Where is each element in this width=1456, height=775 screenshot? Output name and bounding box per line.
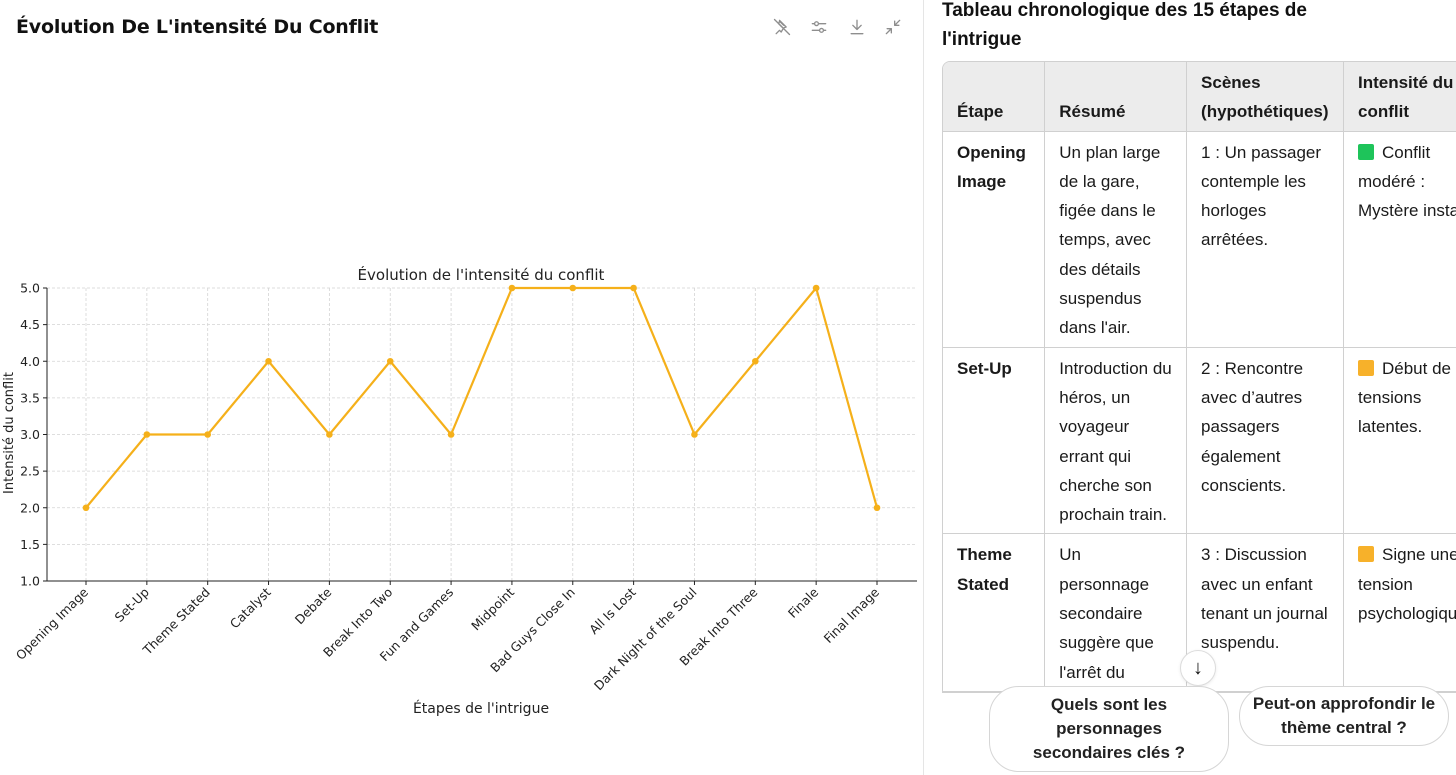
data-point xyxy=(82,504,90,512)
y-tick-label: 5.0 xyxy=(20,281,40,296)
data-point xyxy=(630,284,637,292)
y-tick-label: 3.5 xyxy=(20,390,40,405)
cell-scene: 1 : Un passager contemple les horloges a… xyxy=(1186,131,1344,348)
cell-step: Opening Image xyxy=(943,131,1046,348)
y-tick-label: 4.5 xyxy=(20,317,40,332)
data-point xyxy=(204,431,211,438)
data-point xyxy=(569,284,577,292)
x-tick-label: Midpoint xyxy=(468,584,517,633)
collapse-icon[interactable] xyxy=(880,14,906,40)
line-chart: Évolution de l'intensité du conflit Open… xyxy=(2,265,917,717)
data-point xyxy=(386,357,394,365)
x-tick-label: Catalyst xyxy=(227,584,274,631)
table-heading: Tableau chronologique des 15 étapes de l… xyxy=(942,0,1307,50)
data-point xyxy=(812,284,820,292)
sliders-icon[interactable] xyxy=(806,14,832,40)
x-tick-label: Final Image xyxy=(821,584,883,646)
column-header-summary: Résumé xyxy=(1044,62,1188,132)
x-tick-label: All Is Lost xyxy=(586,584,639,637)
column-header-scenes: Scènes (hypothétiques) xyxy=(1186,62,1344,132)
cell-intensity: Signe une tension psychologique xyxy=(1343,533,1456,692)
y-tick-label: 1.5 xyxy=(20,537,40,552)
data-point xyxy=(265,357,272,365)
y-axis-label: Intensité du conflit xyxy=(2,372,17,494)
y-tick-label: 2.0 xyxy=(20,500,40,515)
arrow-down-icon: ↓ xyxy=(1193,656,1203,679)
column-header-step: Étape xyxy=(943,62,1046,132)
cell-summary: Introduction du héros, un voyageur erran… xyxy=(1044,347,1188,535)
x-tick-label: Finale xyxy=(785,584,822,621)
orange-square-icon xyxy=(1358,359,1374,376)
cell-intensity: Conflit modéré : Mystère instal xyxy=(1343,131,1456,348)
cell-scene: 2 : Rencontre avec d’autres passagers ég… xyxy=(1186,347,1344,535)
table-row: Opening Image Un plan large de la gare, … xyxy=(943,131,1456,348)
data-point xyxy=(447,431,455,438)
data-point xyxy=(873,504,881,512)
x-axis-label: Étapes de l'intrigue xyxy=(413,700,549,717)
x-tick-label: Dark Night of the Soul xyxy=(591,585,700,694)
data-point xyxy=(326,431,333,438)
column-header-intensity: Intensité du conflit xyxy=(1343,62,1456,132)
panel-title: Évolution De L'intensité Du Conflit xyxy=(16,16,379,38)
cell-summary: Un plan large de la gare, figée dans le … xyxy=(1044,131,1188,348)
x-tick-label: Opening Image xyxy=(13,584,92,663)
table-header-row: Étape Résumé Scènes (hypothétiques) Inte… xyxy=(943,62,1456,132)
table-row: Set-Up Introduction du héros, un voyageu… xyxy=(943,347,1456,535)
y-tick-label: 4.0 xyxy=(20,354,40,369)
chart-panel: Évolution De L'intensité Du Conflit Évol… xyxy=(0,0,924,775)
data-point xyxy=(691,431,698,438)
data-point xyxy=(508,284,516,292)
cell-summary: Un personnage secondaire suggère que l'a… xyxy=(1044,533,1188,692)
y-tick-label: 3.0 xyxy=(20,427,40,442)
green-square-icon xyxy=(1358,143,1374,160)
scroll-down-button[interactable]: ↓ xyxy=(1180,650,1216,686)
suggestion-chip[interactable]: Quels sont les personnages secondaires c… xyxy=(989,686,1229,772)
pin-off-icon[interactable] xyxy=(769,14,795,40)
data-point xyxy=(752,357,759,365)
download-icon[interactable] xyxy=(844,14,870,40)
cell-step: Theme Stated xyxy=(943,533,1046,692)
y-tick-label: 1.0 xyxy=(20,574,40,589)
x-tick-label: Debate xyxy=(292,584,335,627)
orange-square-icon xyxy=(1358,546,1374,563)
chart-title: Évolution de l'intensité du conflit xyxy=(358,265,605,284)
x-tick-label: Set-Up xyxy=(112,584,152,624)
cell-step: Set-Up xyxy=(943,347,1046,535)
stages-table: Étape Résumé Scènes (hypothétiques) Inte… xyxy=(942,61,1456,693)
data-point xyxy=(143,431,151,438)
y-tick-label: 2.5 xyxy=(20,464,40,479)
suggestion-chip[interactable]: Peut-on approfondir le thème central ? xyxy=(1239,686,1449,746)
cell-intensity: Début de tensions latentes. xyxy=(1343,347,1456,535)
